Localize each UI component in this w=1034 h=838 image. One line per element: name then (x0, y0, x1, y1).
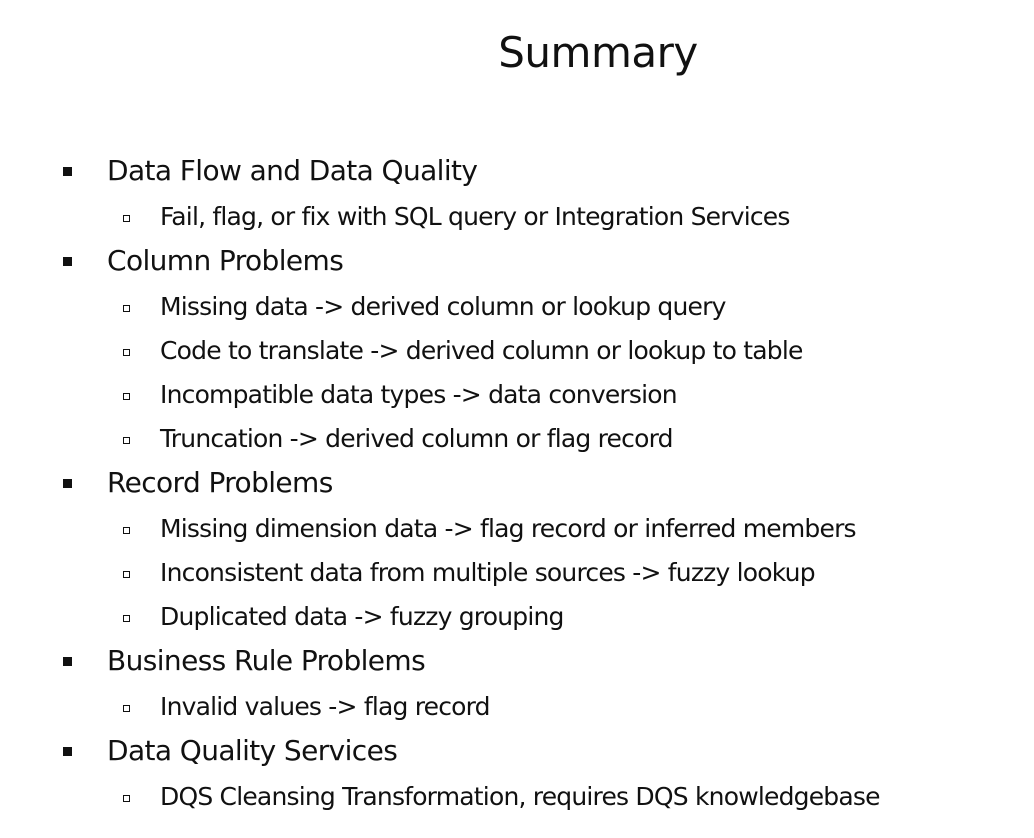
hollow-square-bullet-icon (123, 437, 130, 444)
sub-item-text: Fail, flag, or fix with SQL query or Int… (160, 202, 790, 231)
sub-item-text: Duplicated data -> fuzzy grouping (160, 602, 564, 631)
sub-item: DQS Cleansing Transformation, requires D… (0, 776, 1034, 820)
hollow-square-bullet-icon (123, 393, 130, 400)
section-heading-text: Business Rule Problems (107, 644, 426, 677)
section-heading: Record Problems (0, 462, 1034, 508)
hollow-square-bullet-icon (123, 571, 130, 578)
sub-item: Missing data -> derived column or lookup… (0, 286, 1034, 330)
section-heading-text: Record Problems (107, 466, 333, 499)
sub-item: Incompatible data types -> data conversi… (0, 374, 1034, 418)
sub-item-text: Missing data -> derived column or lookup… (160, 292, 726, 321)
sub-item-text: Missing dimension data -> flag record or… (160, 514, 857, 543)
hollow-square-bullet-icon (123, 705, 130, 712)
slide-title: Summary (498, 28, 698, 77)
hollow-square-bullet-icon (123, 305, 130, 312)
square-bullet-icon (63, 657, 72, 666)
hollow-square-bullet-icon (123, 215, 130, 222)
square-bullet-icon (63, 747, 72, 756)
hollow-square-bullet-icon (123, 795, 130, 802)
square-bullet-icon (63, 479, 72, 488)
section-heading: Data Quality Services (0, 730, 1034, 776)
square-bullet-icon (63, 167, 72, 176)
square-bullet-icon (63, 257, 72, 266)
bullet-list: Data Flow and Data Quality Fail, flag, o… (0, 150, 1034, 820)
section-heading-text: Data Quality Services (107, 734, 398, 767)
hollow-square-bullet-icon (123, 349, 130, 356)
hollow-square-bullet-icon (123, 527, 130, 534)
sub-item: Missing dimension data -> flag record or… (0, 508, 1034, 552)
hollow-square-bullet-icon (123, 615, 130, 622)
sub-item-text: Truncation -> derived column or flag rec… (160, 424, 673, 453)
section-heading-text: Data Flow and Data Quality (107, 154, 478, 187)
sub-item: Fail, flag, or fix with SQL query or Int… (0, 196, 1034, 240)
sub-item: Code to translate -> derived column or l… (0, 330, 1034, 374)
sub-item-text: Code to translate -> derived column or l… (160, 336, 803, 365)
section-heading: Column Problems (0, 240, 1034, 286)
section-heading-text: Column Problems (107, 244, 344, 277)
sub-item: Inconsistent data from multiple sources … (0, 552, 1034, 596)
sub-item: Duplicated data -> fuzzy grouping (0, 596, 1034, 640)
section-heading: Data Flow and Data Quality (0, 150, 1034, 196)
sub-item-text: Inconsistent data from multiple sources … (160, 558, 816, 587)
sub-item-text: Invalid values -> flag record (160, 692, 491, 721)
sub-item-text: DQS Cleansing Transformation, requires D… (160, 782, 880, 811)
sub-item-text: Incompatible data types -> data conversi… (160, 380, 678, 409)
sub-item: Truncation -> derived column or flag rec… (0, 418, 1034, 462)
section-heading: Business Rule Problems (0, 640, 1034, 686)
sub-item: Invalid values -> flag record (0, 686, 1034, 730)
